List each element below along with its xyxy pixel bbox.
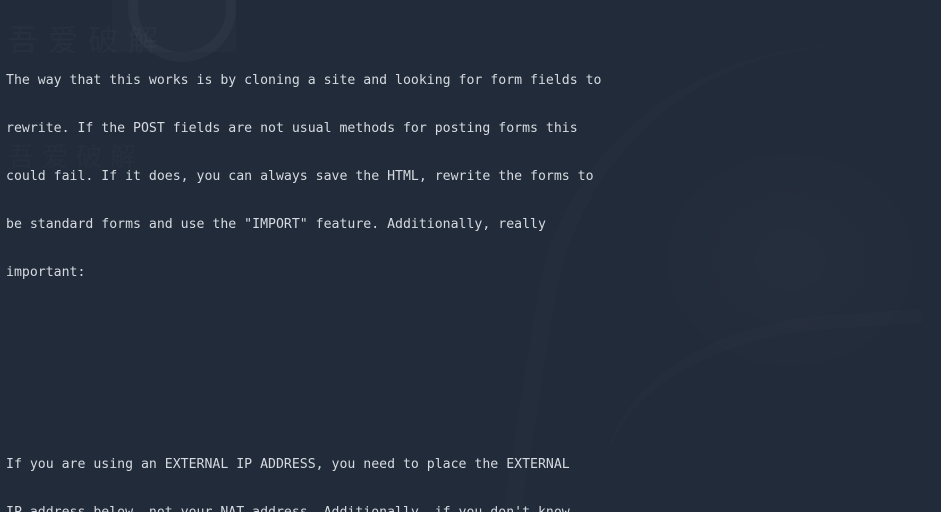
terminal-output: The way that this works is by cloning a … — [0, 0, 941, 512]
intro-line: be standard forms and use the "IMPORT" f… — [6, 217, 546, 232]
external-ip-line: If you are using an EXTERNAL IP ADDRESS,… — [6, 457, 570, 472]
intro-line: important: — [6, 265, 86, 280]
intro-line: The way that this works is by cloning a … — [6, 73, 602, 88]
intro-line: could fail. If it does, you can always s… — [6, 169, 594, 184]
external-ip-line: IP address below, not your NAT address. … — [6, 505, 941, 512]
terminal-window[interactable]: 吾爱破解 吾爱破解 The way that this works is by … — [0, 0, 941, 512]
intro-line: rewrite. If the POST fields are not usua… — [6, 121, 578, 136]
